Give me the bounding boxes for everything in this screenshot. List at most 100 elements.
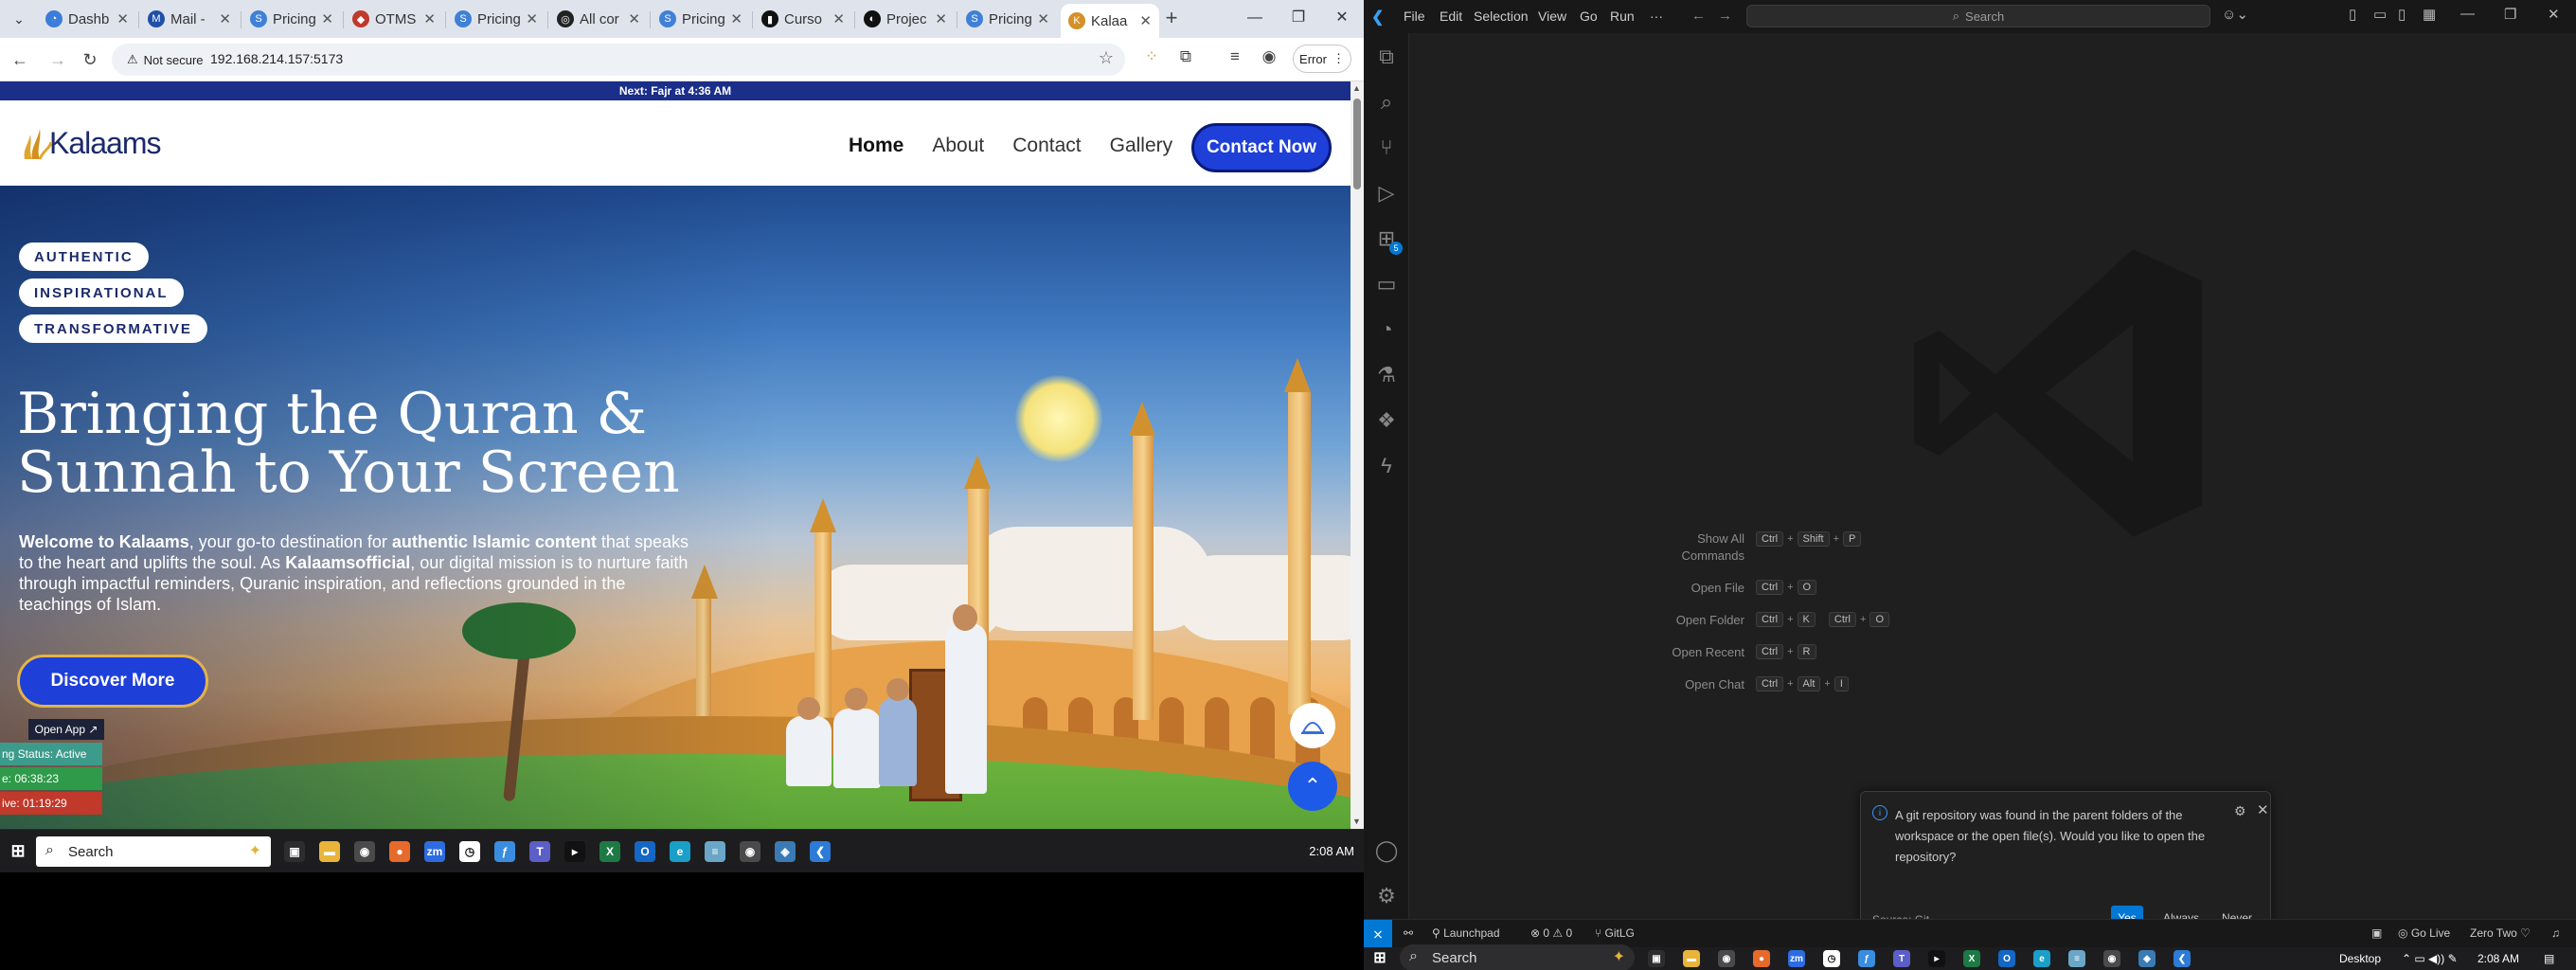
tab-search-icon[interactable]: ⌄ [8,8,30,30]
vscode-icon[interactable]: ❮ [2174,950,2191,967]
tab-close-icon[interactable]: ✕ [219,10,231,27]
source-control-icon[interactable]: ⑂ [1364,126,1409,170]
thunder-client-icon[interactable]: ϟ [1364,444,1409,488]
open-app-button[interactable]: Open App ↗ [28,719,104,740]
menu-selection[interactable]: Selection [1474,9,1529,24]
chrome2-icon[interactable]: ◉ [2103,950,2120,967]
browser-tab[interactable]: ◎ All cor ✕ [549,6,648,32]
address-bar[interactable]: ⚠ Not secure 192.168.214.157:5173 ☆ [112,44,1125,76]
scroll-down-icon[interactable]: ▼ [1352,817,1361,826]
file-explorer-icon[interactable]: ▬ [319,841,340,862]
site-logo[interactable]: Kalaams [21,121,161,165]
edge-icon[interactable]: e [2033,950,2050,967]
tab-close-icon[interactable]: ✕ [116,10,129,27]
terminal-icon[interactable]: ▸ [1928,950,1945,967]
tab-close-icon[interactable]: ✕ [1037,10,1049,27]
desktop-label[interactable]: Desktop [2339,952,2381,965]
restore-button[interactable]: ❐ [1277,4,1320,32]
task-view-icon[interactable]: ▣ [1648,950,1665,967]
git-graph-icon[interactable]: ◔ [1364,308,1409,351]
taskbar-search[interactable]: ⌕ Search ✦ [36,836,271,867]
app-icon[interactable]: ◈ [775,841,796,862]
scroll-up-icon[interactable]: ▲ [1352,83,1361,93]
discover-more-button[interactable]: Discover More [17,655,208,708]
notifications-bell-icon[interactable]: ♫ [2551,926,2560,940]
browser-tab[interactable]: S Pricing ✕ [958,6,1057,32]
contact-now-button[interactable]: Contact Now [1191,123,1332,172]
zoom-icon[interactable]: zm [1788,950,1805,967]
chrome2-icon[interactable]: ◉ [740,841,760,862]
page-scrollbar[interactable]: ▲ ▼ [1351,81,1364,829]
copilot-icon[interactable]: ☺⌄ [2222,6,2248,23]
gitlg-item[interactable]: ⑂ GitLG [1595,926,1635,940]
minimize-button[interactable]: — [1233,4,1277,32]
manage-gear-icon[interactable]: ⚙ [1364,874,1409,918]
browser-tab[interactable]: K Kalaa ✕ [1061,4,1159,38]
layout-icon[interactable]: ▣ [2371,926,2382,940]
excel-icon[interactable]: X [599,841,620,862]
firefox-icon[interactable]: ● [1753,950,1770,967]
toggle-secondary-sidebar-icon[interactable]: ▯ [2398,6,2406,23]
reload-button[interactable]: ↻ [78,47,102,72]
shortcut-label[interactable]: Open Folder [1555,613,1744,627]
tab-close-icon[interactable]: ✕ [526,10,538,27]
profile-item[interactable]: Zero Two ♡ [2470,926,2531,940]
chrome-icon[interactable]: ◉ [354,841,375,862]
customize-layout-icon[interactable]: ▦ [2423,6,2436,23]
profile-icon[interactable]: ◉ [1258,47,1280,66]
nav-forward-icon[interactable]: → [1718,8,1732,24]
back-button[interactable]: ← [8,47,32,72]
close-window-button[interactable]: ✕ [1320,4,1364,32]
taskbar-search[interactable]: ⌕ Search ✦ [1400,944,1635,970]
zoom-icon[interactable]: zm [424,841,445,862]
search-view-icon[interactable]: ⌕ [1364,81,1409,124]
outlook-icon[interactable]: O [1998,950,2015,967]
vscode-close-button[interactable]: ✕ [2548,6,2560,23]
shortcut-label[interactable]: Open Recent [1555,645,1744,659]
mosque-fab-icon[interactable] [1290,703,1335,748]
remote-explorer-icon[interactable]: ▭ [1364,262,1409,306]
forward-button[interactable]: → [45,47,70,72]
menu-run[interactable]: Run [1610,9,1635,24]
excel-icon[interactable]: X [1963,950,1980,967]
menu-file[interactable]: File [1404,9,1425,24]
error-button[interactable]: Error ⋮ [1293,45,1351,73]
firefox-icon[interactable]: ● [389,841,410,862]
pen-icon[interactable]: ƒ [494,841,515,862]
new-tab-button[interactable]: + [1159,6,1184,30]
tab-close-icon[interactable]: ✕ [730,10,742,27]
not-secure-chip[interactable]: ⚠ Not secure [119,48,211,71]
teams-icon[interactable]: T [1893,950,1910,967]
nav-gallery[interactable]: Gallery [1110,135,1173,157]
windows-start-icon[interactable]: ⊞ [1371,949,1388,966]
notepad-icon[interactable]: ≡ [2068,950,2085,967]
browser-tab[interactable]: S Pricing ✕ [652,6,750,32]
go-live-item[interactable]: ◎ Go Live [2398,926,2450,940]
remote-indicator-icon[interactable]: ⨯ [1364,920,1392,947]
url-text[interactable]: 192.168.214.157:5173 [210,51,343,66]
extension-grid-icon[interactable]: ⁘ [1140,47,1163,66]
browser-tab[interactable]: ◔ Dashb ✕ [38,6,136,32]
browser-tab[interactable]: M Mail - ✕ [140,6,239,32]
toggle-sidebar-icon[interactable]: ▯ [2349,6,2356,23]
tab-close-icon[interactable]: ✕ [935,10,947,27]
windows-start-icon[interactable]: ⊞ [8,840,28,861]
vscode-icon[interactable]: ❮ [810,841,831,862]
nav-contact[interactable]: Contact [1012,135,1081,157]
system-tray-icons[interactable]: ⌃ ▭ ◀)) ✎ [2402,952,2458,965]
menu-edit[interactable]: Edit [1440,9,1462,24]
vscode-restore-button[interactable]: ❐ [2504,6,2516,23]
clock-icon[interactable]: ◷ [1823,950,1840,967]
terminal-icon[interactable]: ▸ [564,841,585,862]
browser-tab[interactable]: ▮ Curso ✕ [754,6,852,32]
tab-close-icon[interactable]: ✕ [321,10,333,27]
edge-icon[interactable]: e [670,841,690,862]
testing-icon[interactable]: ⚗ [1364,353,1409,397]
ports-icon[interactable]: ⚯ [1404,926,1413,940]
tab-close-icon[interactable]: ✕ [423,10,436,27]
bookmark-star-icon[interactable]: ☆ [1099,48,1114,68]
chrome-icon[interactable]: ◉ [1718,950,1735,967]
pen-icon[interactable]: ƒ [1858,950,1875,967]
outlook-icon[interactable]: O [635,841,655,862]
browser-tab[interactable]: S Pricing ✕ [447,6,546,32]
